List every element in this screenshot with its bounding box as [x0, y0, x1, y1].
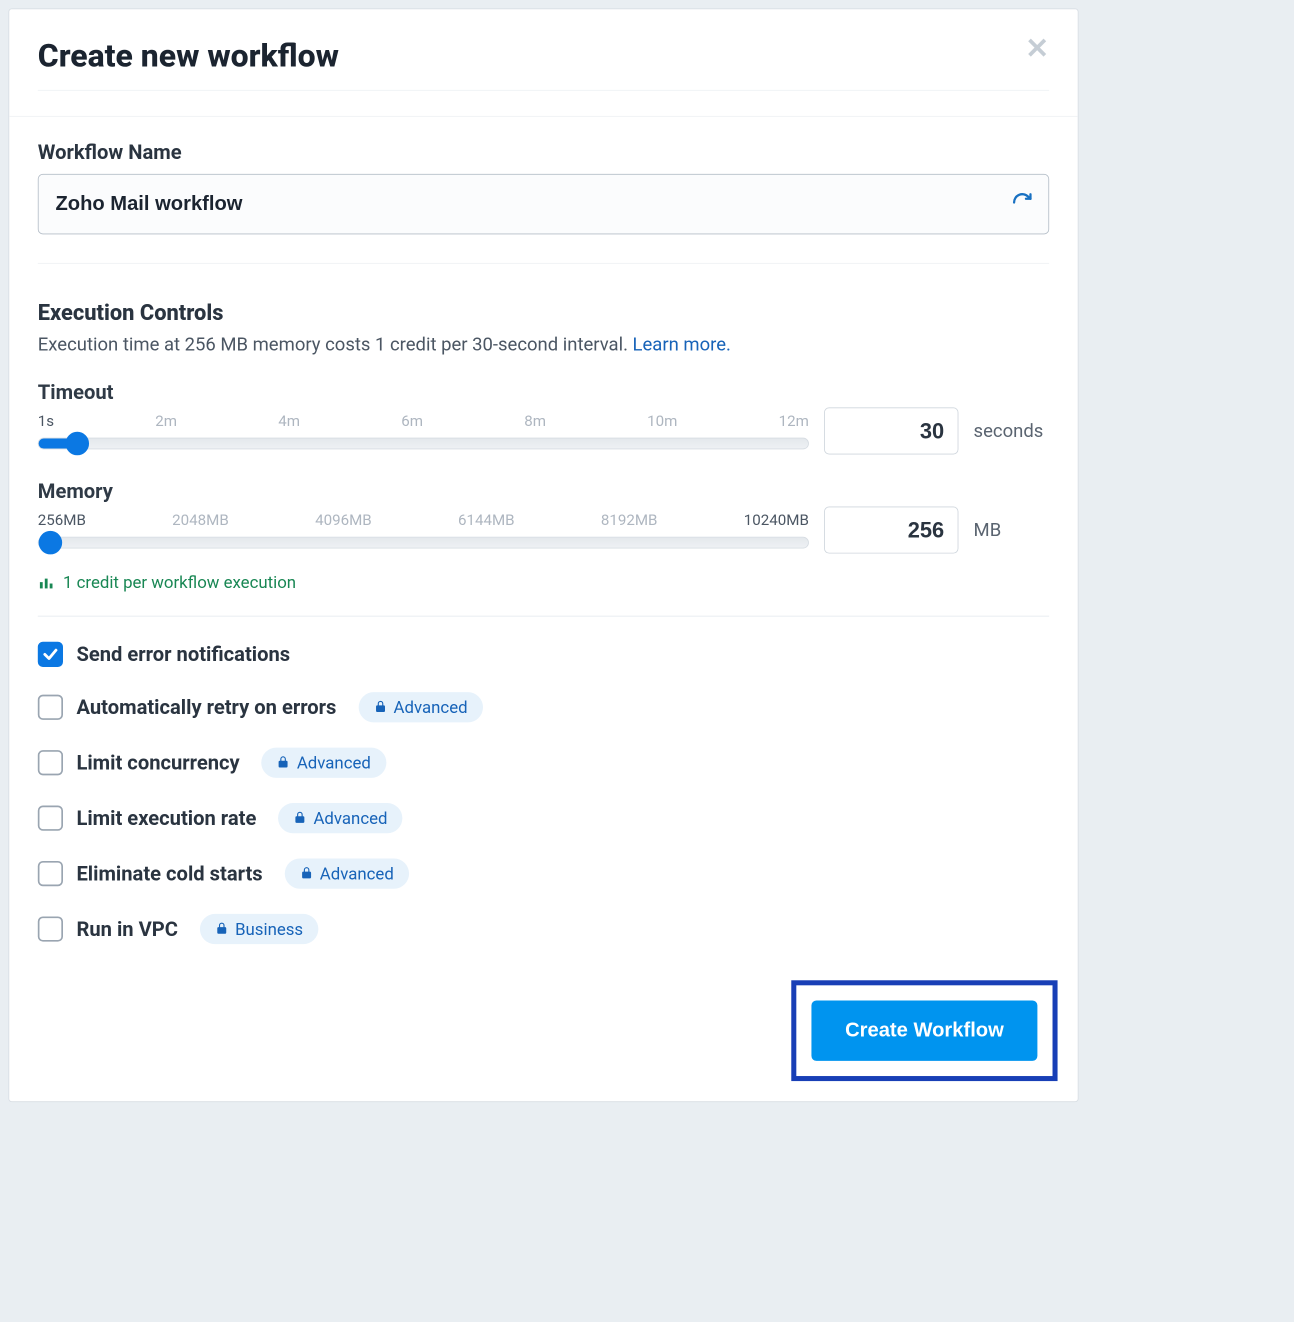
refresh-icon[interactable] — [1011, 192, 1033, 217]
create-workflow-button[interactable]: Create Workflow — [811, 1000, 1037, 1060]
plan-badge[interactable]: Business — [200, 914, 318, 944]
timeout-slider[interactable]: 1s2m4m6m8m10m12m — [38, 412, 809, 449]
timeout-ticks: 1s2m4m6m8m10m12m — [38, 412, 809, 430]
plan-badge[interactable]: Advanced — [278, 803, 402, 833]
lock-icon — [293, 808, 306, 828]
badge-text: Advanced — [297, 753, 371, 773]
memory-label: Memory — [38, 480, 1049, 504]
lock-icon — [300, 864, 313, 884]
execution-controls-description: Execution time at 256 MB memory costs 1 … — [38, 334, 1049, 355]
option-label: Eliminate cold starts — [76, 862, 262, 886]
workflow-name-input[interactable] — [54, 192, 1012, 217]
execution-controls-heading: Execution Controls — [38, 301, 1049, 326]
badge-text: Advanced — [320, 864, 394, 884]
lock-icon — [373, 697, 386, 717]
memory-ticks: 256MB2048MB4096MB6144MB8192MB10240MB — [38, 512, 809, 530]
badge-text: Advanced — [313, 808, 387, 828]
option-row: Run in VPC Business — [38, 914, 1049, 944]
create-workflow-modal: Create new workflow ✕ Workflow Name Exec… — [8, 8, 1078, 1102]
option-label: Run in VPC — [76, 917, 178, 941]
memory-slider[interactable]: 256MB2048MB4096MB6144MB8192MB10240MB — [38, 512, 809, 549]
badge-text: Advanced — [394, 697, 468, 717]
option-label: Limit concurrency — [76, 751, 239, 775]
option-row: Eliminate cold starts Advanced — [38, 858, 1049, 888]
divider — [38, 263, 1049, 264]
option-label: Automatically retry on errors — [76, 696, 336, 720]
option-checkbox[interactable] — [38, 695, 63, 720]
option-row: Send error notifications — [38, 642, 1049, 667]
slider-thumb[interactable] — [38, 531, 62, 555]
option-checkbox[interactable] — [38, 642, 63, 667]
plan-badge[interactable]: Advanced — [284, 858, 408, 888]
cta-highlight-box: Create Workflow — [791, 980, 1057, 1081]
workflow-name-label: Workflow Name — [38, 140, 1049, 164]
option-checkbox[interactable] — [38, 916, 63, 941]
badge-text: Business — [235, 919, 303, 939]
option-row: Automatically retry on errors Advanced — [38, 692, 1049, 722]
lock-icon — [277, 753, 290, 773]
option-checkbox[interactable] — [38, 750, 63, 775]
modal-title: Create new workflow — [38, 38, 339, 75]
exec-desc-text: Execution time at 256 MB memory costs 1 … — [38, 334, 633, 355]
option-checkbox[interactable] — [38, 806, 63, 831]
timeout-label: Timeout — [38, 381, 1049, 405]
divider — [38, 616, 1049, 617]
memory-value-input[interactable] — [824, 507, 958, 554]
option-checkbox[interactable] — [38, 861, 63, 886]
bar-chart-icon — [38, 574, 55, 591]
lock-icon — [215, 919, 228, 939]
timeout-unit: seconds — [974, 420, 1050, 441]
memory-unit: MB — [974, 520, 1050, 541]
option-label: Limit execution rate — [76, 806, 256, 830]
close-icon[interactable]: ✕ — [1025, 34, 1049, 63]
workflow-options: Send error notifications Automatically re… — [38, 642, 1049, 944]
divider — [38, 90, 1049, 91]
plan-badge[interactable]: Advanced — [358, 692, 482, 722]
modal-footer: Create Workflow — [791, 980, 1057, 1081]
workflow-name-field[interactable] — [38, 174, 1049, 234]
divider — [9, 116, 1077, 117]
option-label: Send error notifications — [76, 643, 290, 667]
option-row: Limit concurrency Advanced — [38, 748, 1049, 778]
learn-more-link[interactable]: Learn more. — [633, 334, 731, 355]
credit-cost-text: 1 credit per workflow execution — [63, 572, 296, 592]
credit-cost-line: 1 credit per workflow execution — [38, 572, 1049, 592]
option-row: Limit execution rate Advanced — [38, 803, 1049, 833]
slider-thumb[interactable] — [65, 432, 89, 456]
timeout-value-input[interactable] — [824, 407, 958, 454]
plan-badge[interactable]: Advanced — [262, 748, 386, 778]
